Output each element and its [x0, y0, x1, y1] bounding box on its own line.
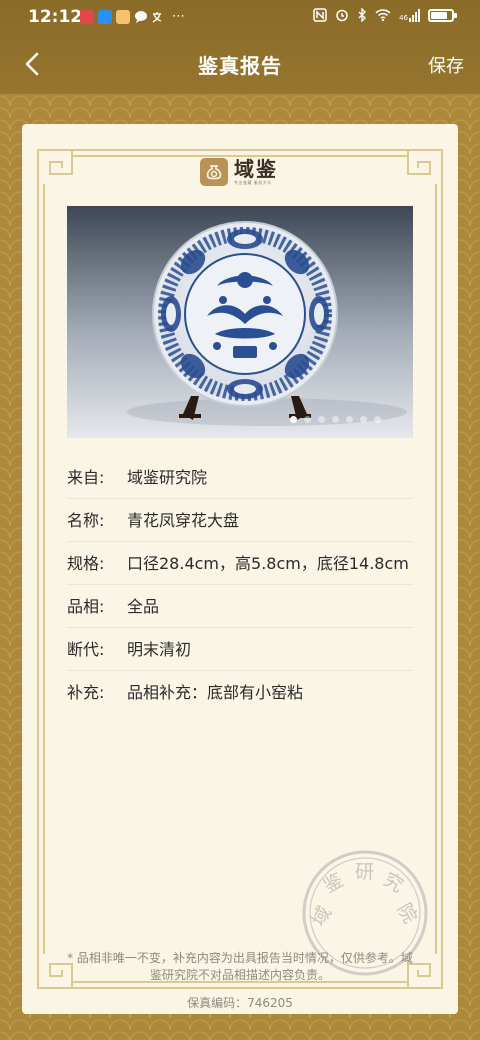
product-photo[interactable]: [67, 206, 413, 438]
gallery-dot[interactable]: [332, 416, 339, 423]
detail-key: 来自:: [67, 468, 105, 487]
gallery-dot[interactable]: [304, 416, 311, 423]
detail-value: 全品: [127, 597, 160, 616]
detail-row: 品相: 全品: [67, 585, 413, 628]
status-bar: 12:12 ⋯ 46: [0, 0, 480, 34]
detail-row: 名称: 青花凤穿花大盘: [67, 499, 413, 542]
detail-key: 断代:: [67, 640, 105, 659]
notification-app-icon: [80, 9, 94, 24]
gallery-dot[interactable]: [318, 416, 325, 423]
gallery-dot[interactable]: [360, 416, 367, 423]
wifi-icon: [375, 9, 391, 22]
blue-white-plate-image: [67, 206, 413, 438]
detail-key: 规格:: [67, 554, 105, 573]
battery-level: [431, 11, 447, 19]
avatar-app-icon: [116, 9, 130, 24]
detail-value: 青花凤穿花大盘: [127, 511, 240, 530]
signal-icon: 46: [399, 8, 420, 22]
chat-icon: [135, 10, 147, 23]
detail-row: 补充: 品相补充：底部有小窑粘: [67, 671, 413, 713]
network-label: 46: [399, 13, 408, 22]
brand-logo: 域鉴 专业鉴藏 服务大众: [200, 158, 278, 186]
gallery-pagination[interactable]: [290, 416, 381, 423]
status-time: 12:12: [28, 7, 83, 27]
authenticity-code: 保真编码：746205: [22, 994, 458, 1011]
detail-key: 品相:: [67, 597, 105, 616]
logo-badge-icon: [200, 158, 228, 186]
brand-tagline: 专业鉴藏 服务大众: [234, 180, 272, 185]
code-value: 746205: [247, 996, 293, 1010]
notification-icons: ⋯: [80, 9, 185, 24]
nfc-icon: [313, 8, 327, 22]
detail-value: 域鉴研究院: [127, 468, 208, 487]
detail-key: 名称:: [67, 511, 105, 530]
detail-row: 来自: 域鉴研究院: [67, 456, 413, 499]
brand-name: 域鉴: [234, 157, 278, 181]
detail-row: 断代: 明末清初: [67, 628, 413, 671]
search-app-icon: [98, 9, 112, 24]
detail-value: 口径28.4cm，高5.8cm，底径14.8cm: [127, 554, 409, 573]
certificate-card: 域鉴 专业鉴藏 服务大众 来自: 域鉴研究院 名称: 青花凤穿花大盘 规格: 口…: [22, 124, 458, 1014]
disclaimer-text: * 品相非唯一不变，补充内容为出具报告当时情况，仅供参考。域鉴研究院不对品相描述…: [67, 951, 413, 982]
translate-icon: [152, 11, 162, 23]
bluetooth-icon: [358, 8, 367, 22]
detail-row: 规格: 口径28.4cm，高5.8cm，底径14.8cm: [67, 542, 413, 585]
status-indicators: 46: [313, 8, 457, 22]
gallery-dot[interactable]: [290, 416, 297, 423]
svg-text:研: 研: [355, 861, 374, 883]
detail-list: 来自: 域鉴研究院名称: 青花凤穿花大盘规格: 口径28.4cm，高5.8cm，底径1…: [67, 456, 413, 713]
detail-value: 明末清初: [127, 640, 192, 659]
page-title: 鉴真报告: [198, 54, 282, 78]
alarm-icon: [336, 9, 348, 22]
more-notifications: ⋯: [172, 9, 185, 24]
nav-bar: 鉴真报告 保存: [0, 34, 480, 94]
save-button[interactable]: 保存: [428, 52, 464, 78]
detail-key: 补充:: [67, 683, 105, 702]
svg-text:院: 院: [392, 900, 421, 927]
code-label: 保真编码：: [187, 996, 248, 1010]
battery-icon: [428, 8, 457, 22]
detail-value: 品相补充：底部有小窑粘: [127, 683, 304, 702]
gallery-dot[interactable]: [374, 416, 381, 423]
header: 12:12 ⋯ 46 鉴真报告 保存: [0, 0, 480, 96]
gallery-dot[interactable]: [346, 416, 353, 423]
svg-text:鉴: 鉴: [320, 869, 347, 898]
